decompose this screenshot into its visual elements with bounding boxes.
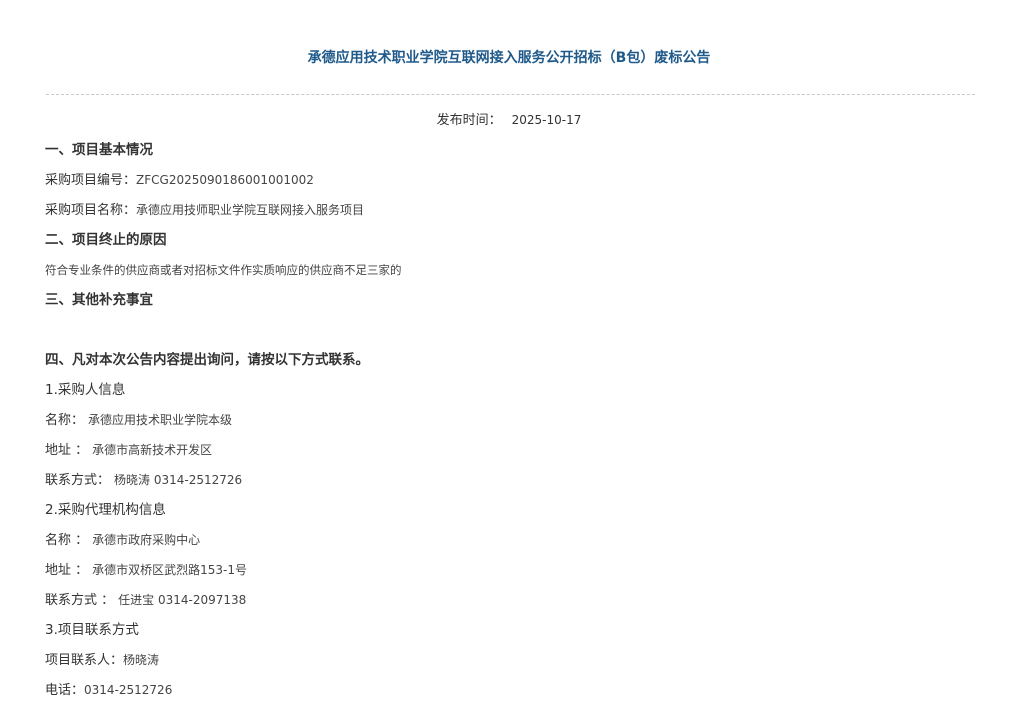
- project-contact-person-label: 项目联系人：: [45, 653, 124, 668]
- purchaser-address-row: 地址 ：承德市高新技术开发区: [45, 440, 212, 461]
- project-contact-heading: 3.项目联系方式: [45, 622, 139, 638]
- title-divider: [46, 94, 975, 95]
- purchaser-address-label: 地址 ：: [45, 443, 89, 458]
- project-number-label: 采购项目编号：: [45, 173, 137, 188]
- agency-name-row: 名称 ：承德市政府采购中心: [45, 530, 200, 551]
- project-name-label: 采购项目名称：: [45, 203, 137, 218]
- agency-contact-label: 联系方式 ：: [45, 593, 115, 608]
- purchaser-name-value: 承德应用技术职业学院本级: [88, 413, 233, 427]
- publish-time-label: 发布时间：: [436, 113, 502, 128]
- termination-reason: 符合专业条件的供应商或者对招标文件作实质响应的供应商不足三家的: [45, 263, 402, 277]
- section2-heading: 二、项目终止的原因: [45, 232, 167, 248]
- agency-address-row: 地址 ：承德市双桥区武烈路153-1号: [45, 560, 247, 581]
- project-contact-phone-label: 电话：: [45, 683, 85, 698]
- agency-address-value: 承德市双桥区武烈路153-1号: [92, 563, 248, 577]
- agency-name-value: 承德市政府采购中心: [92, 533, 201, 547]
- project-contact-person-row: 项目联系人：杨晓涛: [45, 650, 159, 671]
- project-contact-phone-row: 电话：0314-2512726: [45, 680, 172, 701]
- agency-contact-row: 联系方式 ：任进宝 0314-2097138: [45, 590, 246, 611]
- publish-time: 发布时间： 2025-10-17: [0, 111, 1018, 130]
- section1-heading: 一、项目基本情况: [45, 142, 153, 158]
- project-number-row: 采购项目编号：ZFCG2025090186001001002: [45, 170, 314, 191]
- purchaser-heading: 1.采购人信息: [45, 382, 126, 398]
- publish-time-value: 2025-10-17: [511, 113, 582, 127]
- project-contact-person-value: 杨晓涛: [123, 653, 160, 667]
- purchaser-address-value: 承德市高新技术开发区: [92, 443, 213, 457]
- agency-name-label: 名称 ：: [45, 533, 89, 548]
- project-number-value: ZFCG2025090186001001002: [136, 173, 314, 187]
- agency-address-label: 地址 ：: [45, 563, 89, 578]
- purchaser-contact-value: 杨晓涛 0314-2512726: [114, 473, 243, 487]
- project-name-row: 采购项目名称：承德应用技师职业学院互联网接入服务项目: [45, 200, 364, 221]
- section4-heading: 四、凡对本次公告内容提出询问，请按以下方式联系。: [45, 352, 369, 368]
- purchaser-contact-label: 联系方式：: [45, 473, 111, 488]
- project-name-value: 承德应用技师职业学院互联网接入服务项目: [136, 203, 365, 217]
- page-title: 承德应用技术职业学院互联网接入服务公开招标（B包）废标公告: [307, 50, 711, 66]
- agency-contact-value: 任进宝 0314-2097138: [118, 593, 247, 607]
- purchaser-name-label: 名称：: [45, 413, 85, 428]
- section3-heading: 三、其他补充事宜: [45, 292, 153, 308]
- announcement-page: 承德应用技术职业学院互联网接入服务公开招标（B包）废标公告 发布时间： 2025-…: [0, 0, 1018, 721]
- project-contact-phone-value: 0314-2512726: [84, 683, 173, 697]
- agency-heading: 2.采购代理机构信息: [45, 502, 166, 518]
- purchaser-name-row: 名称： 承德应用技术职业学院本级: [45, 410, 232, 431]
- purchaser-contact-row: 联系方式： 杨晓涛 0314-2512726: [45, 470, 242, 491]
